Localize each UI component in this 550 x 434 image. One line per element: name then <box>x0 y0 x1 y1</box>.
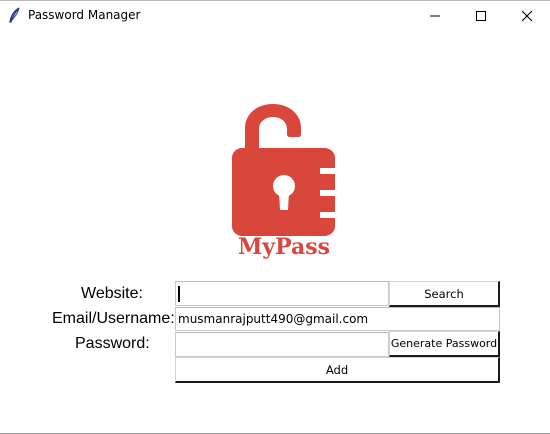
add-button[interactable]: Add <box>175 357 500 383</box>
generate-password-button[interactable]: Generate Password <box>389 331 500 357</box>
unlocked-padlock-icon: MyPass <box>232 104 336 260</box>
website-label: Website: <box>81 285 143 302</box>
close-button[interactable] <box>504 1 550 31</box>
maximize-button[interactable] <box>458 1 504 31</box>
logo-text: MyPass <box>238 234 330 260</box>
feather-icon <box>8 7 22 23</box>
window-title: Password Manager <box>28 8 141 22</box>
email-label: Email/Username: <box>52 310 175 327</box>
search-button[interactable]: Search <box>389 281 500 307</box>
text-caret <box>178 286 180 302</box>
app-window: Password Manager MyPass Website: Search … <box>0 0 550 434</box>
title-bar[interactable]: Password Manager <box>0 0 550 31</box>
password-input[interactable] <box>175 332 389 357</box>
mypass-logo: MyPass <box>228 102 340 260</box>
website-input[interactable] <box>175 281 389 306</box>
password-label: Password: <box>75 335 150 352</box>
close-icon <box>521 10 533 22</box>
minimize-icon <box>430 15 440 17</box>
minimize-button[interactable] <box>412 1 458 31</box>
maximize-icon <box>476 11 486 21</box>
email-input[interactable]: musmanrajputt490@gmail.com <box>175 307 500 331</box>
